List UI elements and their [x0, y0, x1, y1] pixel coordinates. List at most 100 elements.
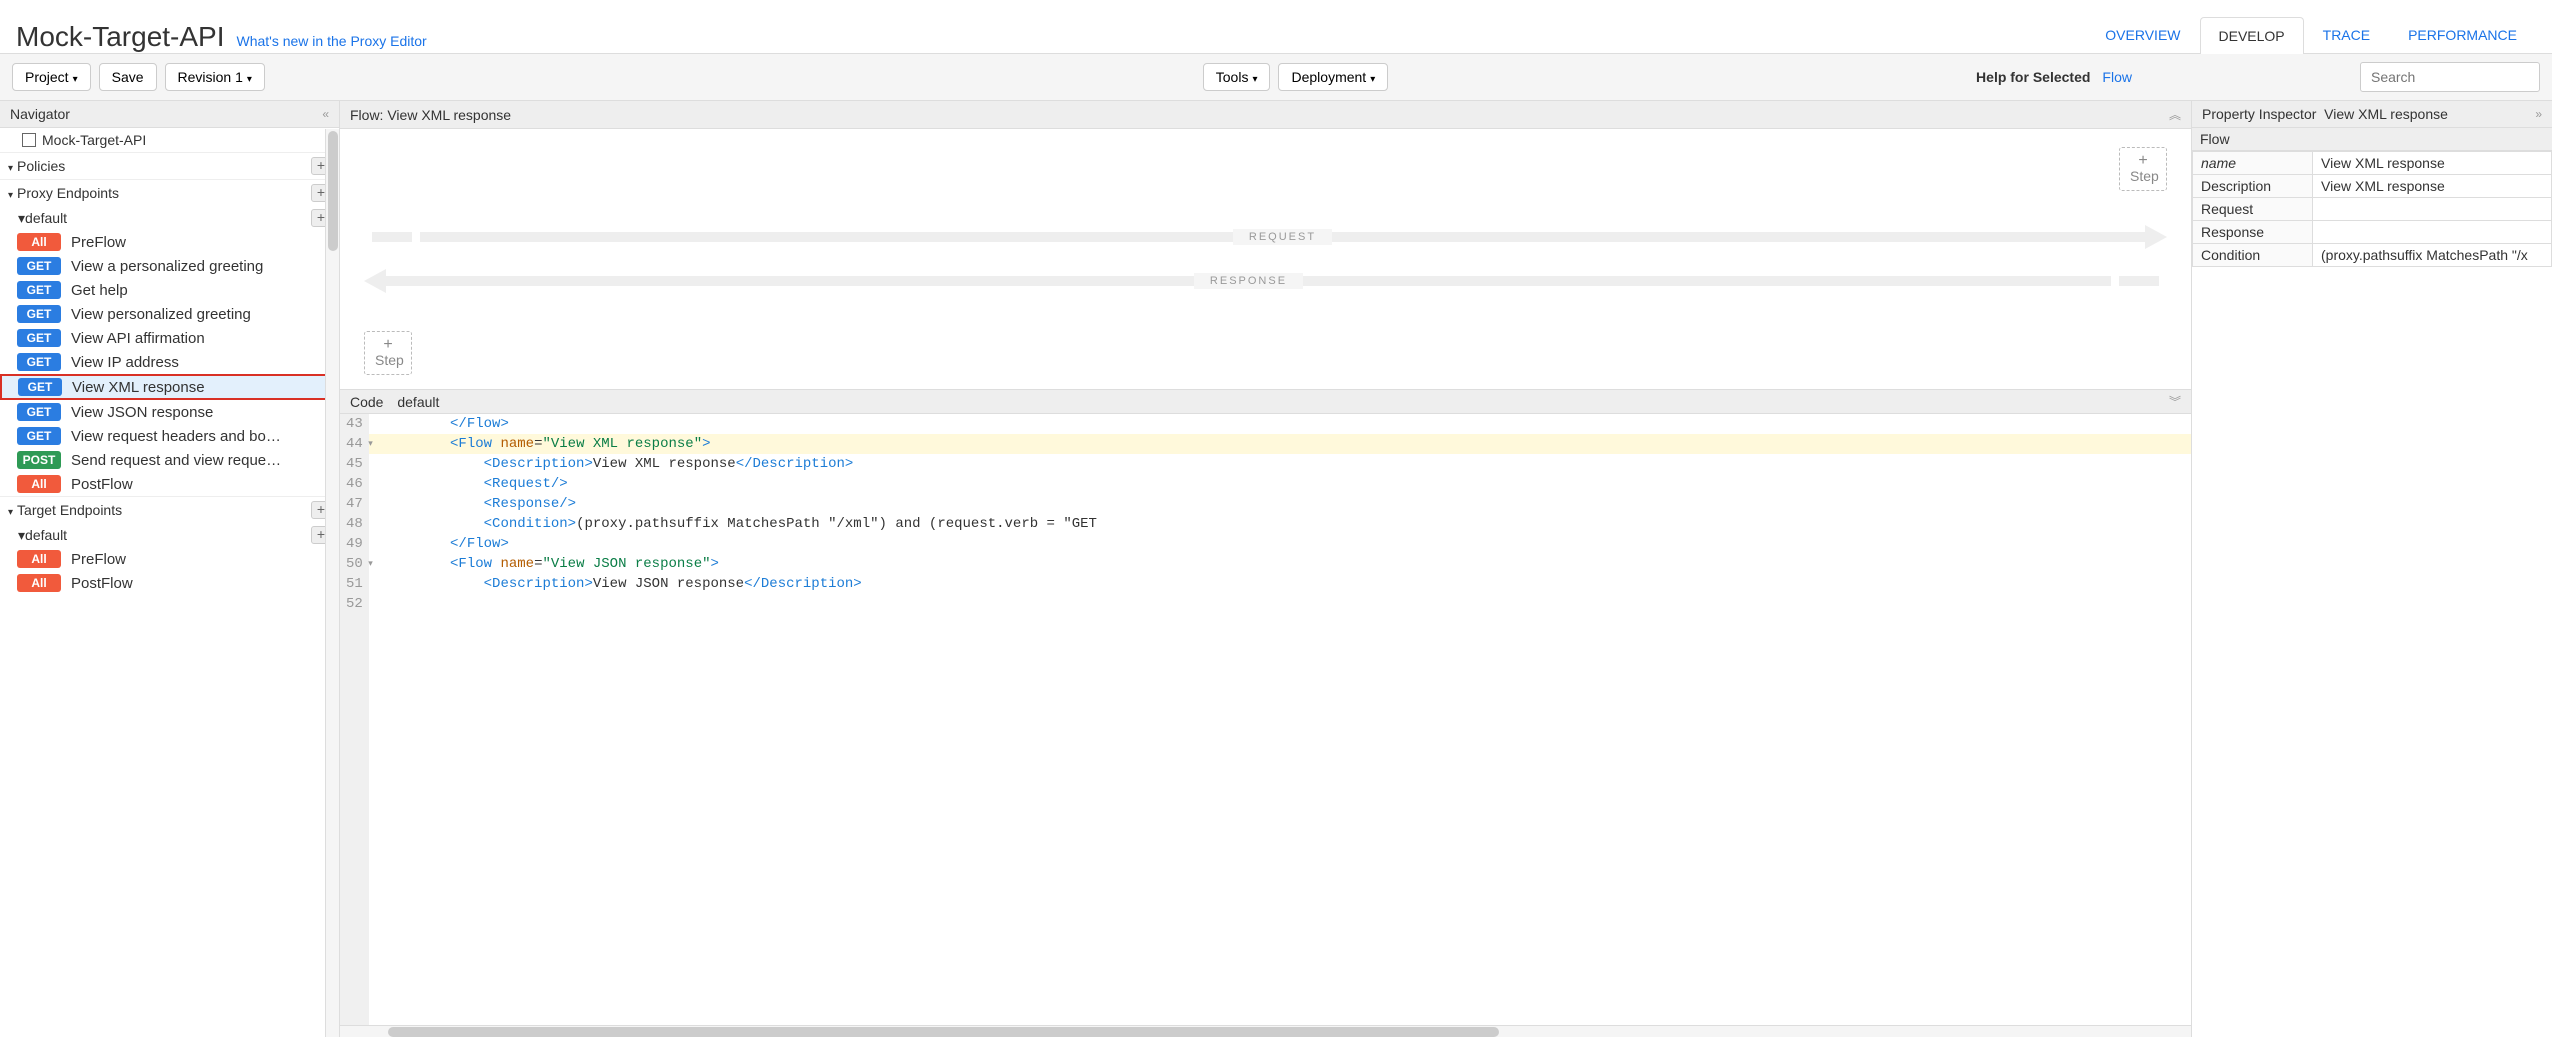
- method-badge: GET: [17, 305, 61, 323]
- method-badge: GET: [18, 378, 62, 396]
- nav-flow-item[interactable]: POST Send request and view reque…: [0, 448, 339, 472]
- inspector-key: Condition: [2193, 244, 2313, 267]
- search-input[interactable]: [2360, 62, 2540, 92]
- method-badge: GET: [17, 329, 61, 347]
- nav-flow-item[interactable]: GETGet help: [0, 278, 339, 302]
- method-badge: All: [17, 550, 61, 568]
- nav-root[interactable]: Mock-Target-API: [0, 128, 339, 152]
- nav-section-proxy-endpoints[interactable]: ▾Proxy Endpoints +: [0, 179, 339, 206]
- toolbar: Project▾ Save Revision 1▾ Tools▾ Deploym…: [0, 54, 2552, 101]
- navigator-scrollbar[interactable]: [325, 129, 339, 1037]
- nav-flow-item[interactable]: AllPostFlow: [0, 571, 339, 595]
- help-label: Help for Selected: [1976, 69, 2090, 85]
- inspector-title: Property Inspector: [2202, 106, 2316, 122]
- revision-dropdown[interactable]: Revision 1▾: [165, 63, 265, 91]
- nav-flow-item[interactable]: GET View a personalized greeting: [0, 254, 339, 278]
- nav-flow-item[interactable]: GETView API affirmation: [0, 326, 339, 350]
- nav-flow-item[interactable]: AllPreFlow: [0, 230, 339, 254]
- deployment-dropdown[interactable]: Deployment▾: [1278, 63, 1388, 91]
- inspector-panel: Property Inspector View XML response » F…: [2192, 101, 2552, 1037]
- method-badge: All: [17, 574, 61, 592]
- collapse-down-icon[interactable]: ︾: [2169, 393, 2181, 410]
- collapse-right-icon[interactable]: »: [2535, 107, 2542, 121]
- tools-dropdown[interactable]: Tools▾: [1203, 63, 1271, 91]
- collapse-left-icon[interactable]: «: [322, 107, 329, 121]
- nav-flow-item[interactable]: AllPostFlow: [0, 472, 339, 496]
- proxy-title: Mock-Target-API: [16, 21, 225, 53]
- code-tab-code[interactable]: Code: [350, 394, 383, 410]
- navigator-title: Navigator: [10, 106, 70, 122]
- scrollbar-thumb[interactable]: [388, 1027, 1499, 1037]
- caret-down-icon: ▾: [8, 190, 13, 201]
- main: Navigator « Mock-Target-API ▾Policies + …: [0, 101, 2552, 1037]
- nav-item-label: View XML response: [72, 379, 329, 396]
- flow-canvas: + Step REQUEST RESPONSE + Step: [340, 129, 2191, 389]
- code-horizontal-scrollbar[interactable]: [340, 1025, 2191, 1037]
- step-label: Step: [2130, 168, 2156, 184]
- inspector-row: nameView XML response: [2193, 152, 2552, 175]
- help-flow-link[interactable]: Flow: [2102, 69, 2132, 85]
- header-tab-performance[interactable]: PERFORMANCE: [2389, 16, 2536, 53]
- inspector-row: Condition(proxy.pathsuffix MatchesPath "…: [2193, 244, 2552, 267]
- header-tab-overview[interactable]: OVERVIEW: [2086, 16, 2199, 53]
- save-button[interactable]: Save: [99, 63, 157, 91]
- nav-section-target-endpoints[interactable]: ▾Target Endpoints +: [0, 496, 339, 523]
- scrollbar-thumb[interactable]: [328, 131, 338, 251]
- inspector-key: name: [2193, 152, 2313, 175]
- plus-icon: +: [375, 338, 401, 352]
- caret-down-icon: ▾: [1252, 74, 1257, 85]
- nav-root-label: Mock-Target-API: [42, 132, 146, 148]
- method-badge: GET: [17, 257, 61, 275]
- request-label: REQUEST: [1233, 229, 1332, 245]
- arrow-left-icon: [364, 269, 386, 293]
- nav-flow-item[interactable]: GET View request headers and bo…: [0, 424, 339, 448]
- inspector-value[interactable]: (proxy.pathsuffix MatchesPath "/x: [2313, 244, 2552, 267]
- nav-item-label: View request headers and bo…: [71, 428, 330, 445]
- nav-flow-item[interactable]: AllPreFlow: [0, 547, 339, 571]
- nav-flow-item[interactable]: GETView IP address: [0, 350, 339, 374]
- nav-item-label: Get help: [71, 282, 330, 299]
- inspector-value[interactable]: View XML response: [2313, 175, 2552, 198]
- api-icon: [22, 133, 36, 147]
- nav-flow-item[interactable]: GET View XML response: [0, 374, 339, 400]
- response-lane: RESPONSE: [364, 263, 2167, 299]
- inspector-value[interactable]: [2313, 198, 2552, 221]
- inspector-row: DescriptionView XML response: [2193, 175, 2552, 198]
- project-dropdown[interactable]: Project▾: [12, 63, 91, 91]
- inspector-header: Property Inspector View XML response »: [2192, 101, 2552, 128]
- add-step-request[interactable]: + Step: [2119, 147, 2167, 191]
- inspector-row: Request: [2193, 198, 2552, 221]
- caret-down-icon: ▾: [8, 507, 13, 518]
- request-lane: REQUEST: [364, 219, 2167, 255]
- method-badge: GET: [17, 427, 61, 445]
- navigator-panel: Navigator « Mock-Target-API ▾Policies + …: [0, 101, 340, 1037]
- inspector-value[interactable]: [2313, 221, 2552, 244]
- nav-flow-item[interactable]: GETView JSON response: [0, 400, 339, 424]
- whats-new-link[interactable]: What's new in the Proxy Editor: [237, 33, 427, 49]
- header-tab-trace[interactable]: TRACE: [2304, 16, 2389, 53]
- nav-target-default[interactable]: ▾default +: [0, 523, 339, 547]
- caret-down-icon: ▾: [1370, 74, 1375, 85]
- nav-item-label: Send request and view reque…: [71, 452, 330, 469]
- header-tab-develop[interactable]: DEVELOP: [2200, 17, 2304, 54]
- center-panel: Flow: View XML response ︽ + Step REQUEST…: [340, 101, 2192, 1037]
- collapse-up-icon[interactable]: ︽: [2169, 106, 2181, 123]
- header-tabs: OVERVIEWDEVELOPTRACEPERFORMANCE: [2086, 16, 2536, 53]
- inspector-subtitle: View XML response: [2324, 106, 2448, 122]
- caret-down-icon: ▾: [18, 527, 25, 543]
- flow-title: Flow: View XML response: [350, 107, 511, 123]
- nav-proxy-default[interactable]: ▾default +: [0, 206, 339, 230]
- method-badge: POST: [17, 451, 61, 469]
- nav-item-label: View a personalized greeting: [71, 258, 330, 275]
- add-step-response[interactable]: + Step: [364, 331, 412, 375]
- method-badge: GET: [17, 353, 61, 371]
- code-tab-default[interactable]: default: [397, 394, 439, 410]
- nav-section-policies[interactable]: ▾Policies +: [0, 152, 339, 179]
- inspector-section-flow: Flow: [2192, 128, 2552, 151]
- caret-down-icon: ▾: [18, 210, 25, 226]
- inspector-value[interactable]: View XML response: [2313, 152, 2552, 175]
- code-editor[interactable]: 43444546474849505152 </Flow> <Flow name=…: [340, 414, 2191, 1025]
- nav-flow-item[interactable]: GETView personalized greeting: [0, 302, 339, 326]
- caret-down-icon: ▾: [8, 163, 13, 174]
- plus-icon: +: [2130, 154, 2156, 168]
